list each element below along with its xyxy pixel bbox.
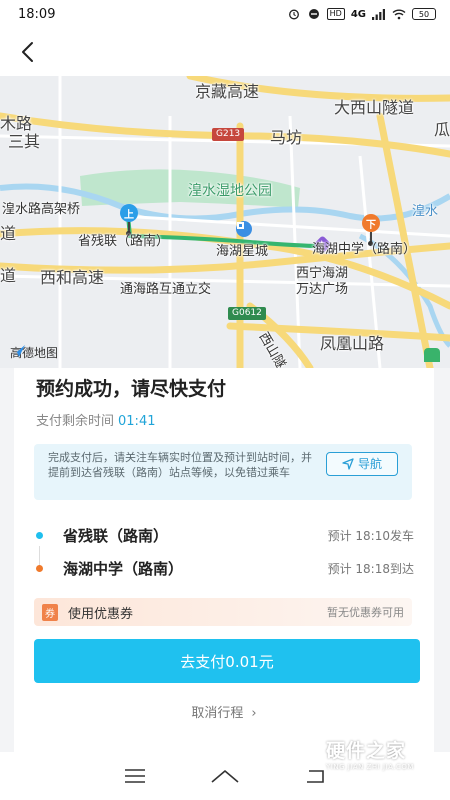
map-label-jingzang: 京藏高速 xyxy=(195,82,260,101)
map-label-wanda-2: 万达广场 xyxy=(296,282,349,297)
status-time: 18:09 xyxy=(18,6,56,22)
cancel-trip-button[interactable]: 取消行程 › xyxy=(14,702,434,721)
watermark: 硬件之家 YING JIAN ZHI JIA.COM xyxy=(280,728,450,778)
boarding-pin-icon: 上 xyxy=(120,204,138,222)
alarm-icon xyxy=(287,8,301,20)
map-label-haihu-xingcheng: 海湖星城 xyxy=(216,244,269,259)
home-button[interactable] xyxy=(205,761,245,791)
map-label-daxishan: 大西山隧道 xyxy=(334,98,415,117)
amap-logo-icon xyxy=(11,345,25,357)
map-label-huangshui-bridge: 湟水路高架桥 xyxy=(2,202,81,217)
notice-text: 完成支付后，请关注车辆实时位置及预计到站时间，并提前到达省残联（路南）站点等候，… xyxy=(48,451,312,479)
coupon-row[interactable]: 券 使用优惠券 暂无优惠券可用 xyxy=(34,598,412,626)
coupon-icon: 券 xyxy=(42,603,58,621)
end-stop-eta: 预计 18:18到达 xyxy=(327,561,414,576)
map-label-huangshui-river: 湟水 xyxy=(412,204,439,219)
start-stop-eta: 预计 18:10发车 xyxy=(327,528,414,543)
watermark-main: 硬件之家 xyxy=(326,739,407,762)
page-title: 预约成功，请尽快支付 xyxy=(36,378,227,400)
navigation-arrow-icon xyxy=(342,458,354,470)
map-label-gua: 瓜 xyxy=(434,120,450,139)
header xyxy=(0,28,450,76)
home-icon xyxy=(211,770,239,783)
map-shield-g213: G213 xyxy=(212,128,245,141)
start-stop-row: 省残联（路南） 预计 18:10发车 xyxy=(34,523,414,547)
coupon-label: 使用优惠券 xyxy=(68,606,134,622)
map-label-end-stop: 海湖中学（路南） xyxy=(312,242,417,257)
signal-icon xyxy=(372,8,386,20)
coupon-status: 暂无优惠券可用 xyxy=(327,606,404,619)
status-bar: 18:09 HD 4G 50 xyxy=(0,0,450,28)
map-shield-g0612: G0612 xyxy=(228,307,266,320)
menu-button[interactable] xyxy=(115,761,155,791)
map-label-mafang: 马坊 xyxy=(270,128,303,147)
watermark-sub: YING JIAN ZHI JIA.COM xyxy=(326,762,414,771)
route-map[interactable]: 京藏高速 大西山隧道 瓜 木路 三其 马坊 G213 湟水湿地公园 湟水路高架桥… xyxy=(0,76,450,368)
pay-button[interactable]: 去支付0.01元 xyxy=(34,639,420,683)
network-type: 4G xyxy=(350,8,366,20)
timer-label: 支付剩余时间 xyxy=(36,414,115,429)
menu-icon xyxy=(125,769,145,783)
hd-icon: HD xyxy=(326,8,345,20)
map-label-start-stop: 省残联（路南） xyxy=(78,234,170,249)
start-stop-name: 省残联（路南） xyxy=(63,526,169,545)
end-stop-name: 海湖中学（路南） xyxy=(63,559,184,578)
back-button[interactable] xyxy=(14,38,42,66)
status-icons: HD 4G 50 xyxy=(287,8,436,20)
chevron-right-icon: › xyxy=(251,706,257,721)
map-label-xihe: 西和高速 xyxy=(40,268,105,287)
map-label-sanqi: 三其 xyxy=(8,132,41,151)
end-stop-dot xyxy=(36,564,43,572)
alighting-pin-icon: 下 xyxy=(362,214,380,232)
chevron-left-icon xyxy=(22,42,33,62)
wifi-icon xyxy=(392,8,406,20)
watermark-logo-icon xyxy=(280,731,320,775)
map-label-dao: 道 xyxy=(0,224,17,243)
map-canvas xyxy=(0,76,450,368)
map-label-tonghai: 通海路互通立交 xyxy=(120,282,212,297)
booking-card: 预约成功，请尽快支付 支付剩余时间 01:41 完成支付后，请关注车辆实时位置及预… xyxy=(14,368,434,768)
cancel-trip-label: 取消行程 xyxy=(191,706,244,721)
timer-countdown: 01:41 xyxy=(118,414,156,429)
map-label-park: 湟水湿地公园 xyxy=(188,183,272,199)
end-stop-row: 海湖中学（路南） 预计 18:18到达 xyxy=(34,556,414,580)
navigation-button[interactable]: 导航 xyxy=(326,452,398,476)
battery-icon: 50 xyxy=(412,8,436,20)
notice-box: 完成支付后，请关注车辆实时位置及预计到站时间，并提前到达省残联（路南）站点等候，… xyxy=(34,444,412,500)
map-label-dao2: 道 xyxy=(0,266,17,285)
start-stop-dot xyxy=(36,531,43,539)
map-label-fenghuang: 凤凰山路 xyxy=(320,334,385,353)
navigation-label: 导航 xyxy=(357,456,382,471)
map-corner-face-icon xyxy=(424,348,440,362)
payment-timer: 支付剩余时间 01:41 xyxy=(36,410,155,429)
building-poi-icon xyxy=(236,221,252,237)
dnd-icon xyxy=(307,8,321,20)
amap-logo: 高德地图 xyxy=(10,344,58,361)
